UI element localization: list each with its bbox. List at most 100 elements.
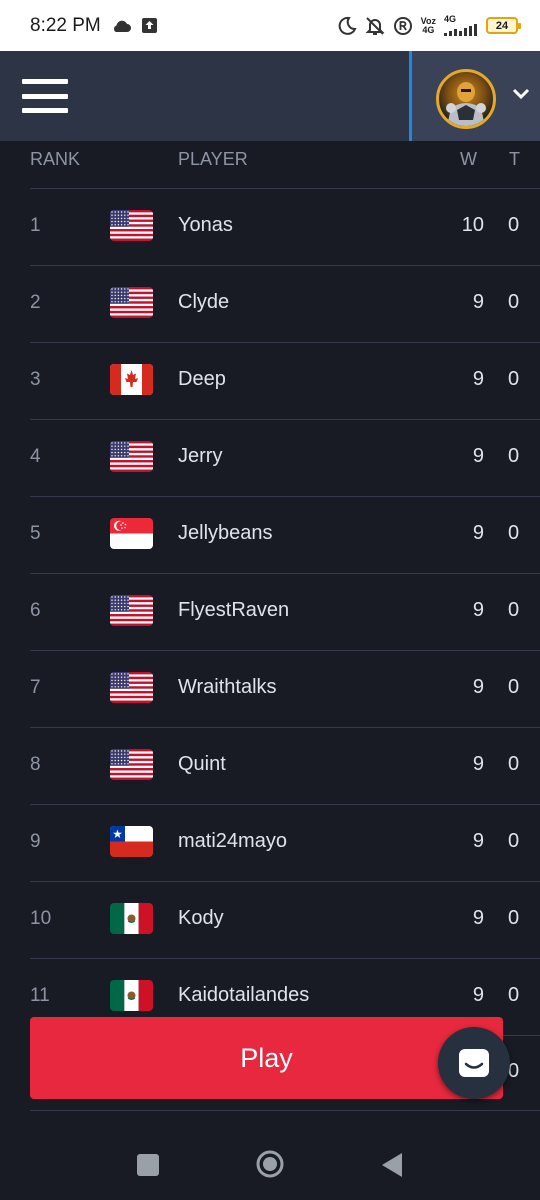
volte-label-bottom: 4G [422, 24, 435, 35]
player-name[interactable]: Clyde [178, 291, 229, 314]
home-icon[interactable] [255, 1149, 285, 1179]
profile-menu[interactable] [409, 51, 540, 141]
rank-cell: 2 [30, 292, 41, 313]
table-row[interactable]: 8 Quint 9 0 [30, 728, 540, 805]
column-header-rank[interactable]: RANK [30, 149, 80, 170]
flag-sg-icon [110, 518, 153, 549]
rank-cell: 4 [30, 446, 41, 467]
table-row[interactable]: 1 Yonas 10 0 [30, 189, 540, 266]
menu-line [22, 93, 68, 99]
ties-cell: 0 [508, 830, 520, 852]
flag-ca-icon [110, 364, 153, 395]
system-nav-bar [0, 1130, 540, 1200]
player-name[interactable]: Kaidotailandes [178, 984, 309, 1007]
cloud-icon [111, 19, 131, 33]
ties-cell: 0 [508, 368, 520, 390]
rank-cell: 1 [30, 215, 41, 236]
wins-cell: 9 [472, 830, 484, 852]
table-row[interactable]: 7 Wraithtalks 9 0 [30, 651, 540, 728]
wins-cell: 9 [472, 984, 484, 1006]
ties-cell: 0 [508, 291, 520, 313]
table-row[interactable]: 3 Deep 9 0 [30, 343, 540, 420]
wins-cell: 9 [472, 368, 484, 390]
column-header-ties[interactable]: T [509, 149, 520, 170]
battery-icon: 24 [486, 17, 521, 34]
flag-mx-icon [110, 980, 153, 1011]
status-bar: 8:22 PM Voz 4G 4G 24 [0, 0, 540, 51]
table-row[interactable]: 6 FlyestRaven 9 0 [30, 574, 540, 651]
flag-us-icon [110, 672, 153, 703]
table-row[interactable]: 4 Jerry 9 0 [30, 420, 540, 497]
wins-cell: 9 [472, 445, 484, 467]
flag-cl-icon [110, 826, 153, 857]
ties-cell: 0 [508, 522, 520, 544]
menu-line [22, 79, 68, 84]
flag-us-icon [110, 441, 153, 472]
wins-cell: 9 [472, 291, 484, 313]
player-name[interactable]: Yonas [178, 214, 233, 237]
wins-cell: 9 [472, 753, 484, 775]
flag-mx-icon [110, 903, 153, 934]
player-name[interactable]: Jellybeans [178, 522, 273, 545]
ties-cell: 0 [508, 907, 520, 929]
rank-cell: 8 [30, 754, 41, 775]
rank-cell: 10 [30, 908, 52, 929]
signal-icon: 4G [444, 15, 478, 36]
wins-cell: 9 [472, 522, 484, 544]
table-row[interactable]: 5 Jellybeans 9 0 [30, 497, 540, 574]
player-name[interactable]: Jerry [178, 445, 222, 468]
table-body: 1 Yonas 10 0 2 Clyde 9 0 3 Deep 9 0 4 Jerry 9 0 5 Jellybe… [0, 189, 540, 1036]
player-name[interactable]: FlyestRaven [178, 599, 289, 622]
registered-icon [393, 16, 413, 36]
status-time: 8:22 PM [30, 14, 101, 36]
play-button[interactable]: Play [30, 1017, 503, 1099]
status-left: 8:22 PM [30, 15, 158, 37]
player-name[interactable]: mati24mayo [178, 830, 287, 853]
upload-icon [141, 17, 158, 34]
player-name[interactable]: Deep [178, 368, 226, 391]
player-name[interactable]: Wraithtalks [178, 676, 277, 699]
wins-cell: 9 [472, 907, 484, 929]
rank-cell: 3 [30, 369, 41, 390]
ties-cell: 0 [508, 753, 520, 775]
rank-cell: 11 [30, 985, 50, 1006]
volte-icon: Voz 4G [421, 16, 436, 35]
chevron-down-icon[interactable] [511, 87, 531, 101]
app-header [0, 51, 540, 141]
moon-icon [337, 16, 357, 36]
menu-line [22, 108, 68, 113]
player-name[interactable]: Kody [178, 907, 224, 930]
column-header-wins[interactable]: W [460, 149, 477, 170]
rank-cell: 7 [30, 677, 41, 698]
player-name[interactable]: Quint [178, 753, 226, 776]
app-screen: 8:22 PM Voz 4G 4G 24 RANK PLAYER W T 1 Y… [0, 0, 540, 1200]
wins-cell: 9 [472, 676, 484, 698]
row-divider [30, 1110, 540, 1111]
flag-us-icon [110, 287, 153, 318]
avatar-image[interactable] [436, 69, 496, 129]
flag-us-icon [110, 210, 153, 241]
rank-cell: 9 [30, 831, 41, 852]
network-type-label: 4G [444, 14, 457, 24]
table-row[interactable]: 9 mati24mayo 9 0 [30, 805, 540, 882]
chat-icon[interactable] [438, 1027, 510, 1099]
recents-icon[interactable] [137, 1154, 159, 1176]
back-icon[interactable] [380, 1151, 404, 1179]
hamburger-icon[interactable] [22, 79, 68, 113]
ties-cell: 0 [508, 676, 520, 698]
ties-cell: 0 [508, 984, 520, 1006]
flag-us-icon [110, 749, 153, 780]
column-header-player[interactable]: PLAYER [178, 149, 248, 170]
ties-cell: 0 [508, 599, 520, 621]
rank-cell: 5 [30, 523, 41, 544]
status-right: Voz 4G 4G 24 [337, 15, 521, 36]
table-header: RANK PLAYER W T [30, 141, 540, 189]
wins-cell: 9 [472, 599, 484, 621]
bell-off-icon [365, 16, 385, 36]
wins-cell: 10 [461, 214, 484, 236]
flag-us-icon [110, 595, 153, 626]
rank-cell: 6 [30, 600, 41, 621]
table-row[interactable]: 2 Clyde 9 0 [30, 266, 540, 343]
ties-cell: 0 [508, 445, 520, 467]
table-row[interactable]: 10 Kody 9 0 [30, 882, 540, 959]
